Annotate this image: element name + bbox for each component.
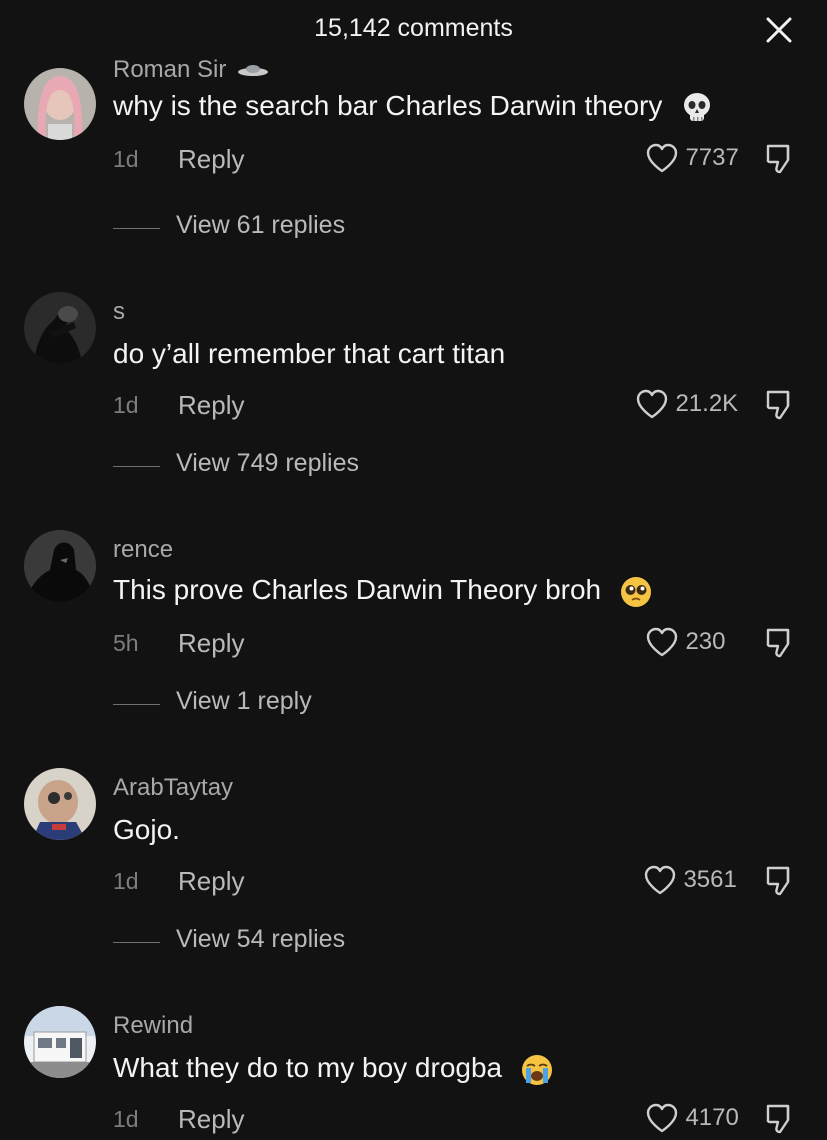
like-button[interactable]: 4170 <box>645 1102 739 1138</box>
comment-actions: 1d Reply 7737 <box>113 142 813 178</box>
avatar[interactable] <box>24 1006 96 1078</box>
username-text: Roman Sir <box>113 56 227 83</box>
view-replies-button[interactable]: View 54 replies <box>113 925 513 959</box>
close-icon[interactable] <box>763 14 795 46</box>
comment-text: This prove Charles Darwin Theory broh <box>113 574 653 609</box>
comment-username[interactable]: Rewind <box>113 1012 193 1040</box>
comment-time: 1d <box>113 1106 139 1132</box>
divider-line <box>113 704 160 705</box>
comment-actions: 5h Reply 230 <box>113 626 813 662</box>
comment-text: why is the search bar Charles Darwin the… <box>113 90 714 125</box>
comment-actions: 1d Reply 21.2K <box>113 388 813 424</box>
heart-icon <box>644 865 676 895</box>
comment-username[interactable]: Roman Sir <box>113 56 269 84</box>
comment-username[interactable]: s <box>113 298 125 326</box>
heart-icon <box>646 627 678 657</box>
comment-text-content: Gojo. <box>113 814 180 845</box>
like-count: 21.2K <box>675 390 739 417</box>
view-replies-label: View 61 replies <box>176 211 346 239</box>
skull-emoji <box>684 92 711 121</box>
like-count: 3561 <box>683 866 737 893</box>
like-count: 230 <box>685 628 726 655</box>
divider-line <box>113 942 160 943</box>
comment-time: 1d <box>113 392 139 418</box>
comment-actions: 1d Reply 4170 <box>113 1102 813 1138</box>
like-button[interactable]: 7737 <box>645 142 739 178</box>
view-replies-button[interactable]: View 1 reply <box>113 687 513 721</box>
dislike-icon[interactable] <box>764 1102 796 1136</box>
avatar[interactable] <box>24 68 96 140</box>
comment-text-content: why is the search bar Charles Darwin the… <box>113 90 663 121</box>
view-replies-button[interactable]: View 749 replies <box>113 449 513 483</box>
avatar[interactable] <box>24 292 96 364</box>
view-replies-label: View 1 reply <box>176 687 312 715</box>
like-count: 7737 <box>685 144 739 171</box>
comment-text: What they do to my boy drogba <box>113 1052 554 1087</box>
ufo-icon <box>238 64 269 76</box>
reply-button[interactable]: Reply <box>178 628 244 659</box>
heart-icon <box>646 143 678 173</box>
reply-button[interactable]: Reply <box>178 390 244 421</box>
comment-count-title: 15,142 comments <box>314 14 513 42</box>
comment-text-content: This prove Charles Darwin Theory broh <box>113 574 602 605</box>
avatar[interactable] <box>24 530 96 602</box>
comment-text-content: do y’all remember that cart titan <box>113 338 506 369</box>
like-count: 4170 <box>685 1104 739 1131</box>
pleading-face-emoji <box>620 576 651 607</box>
avatar[interactable] <box>24 768 96 840</box>
view-replies-label: View 749 replies <box>176 449 359 477</box>
comments-header: 15,142 comments <box>0 0 827 58</box>
comment-time: 1d <box>113 868 139 894</box>
comment-text: do y’all remember that cart titan <box>113 338 505 370</box>
comment-actions: 1d Reply 3561 <box>113 864 813 900</box>
dislike-icon[interactable] <box>764 142 796 176</box>
comment-text: Gojo. <box>113 814 180 846</box>
comment-username[interactable]: rence <box>113 536 173 564</box>
view-replies-label: View 54 replies <box>176 925 346 953</box>
comment-username[interactable]: ArabTaytay <box>113 774 233 802</box>
heart-icon <box>636 389 668 419</box>
like-button[interactable]: 230 <box>645 626 726 662</box>
dislike-icon[interactable] <box>764 626 796 660</box>
reply-button[interactable]: Reply <box>178 144 244 175</box>
dislike-icon[interactable] <box>764 864 796 898</box>
heart-icon <box>646 1103 678 1133</box>
comment-text-content: What they do to my boy drogba <box>113 1052 503 1083</box>
dislike-icon[interactable] <box>764 388 796 422</box>
view-replies-button[interactable]: View 61 replies <box>113 211 513 245</box>
reply-button[interactable]: Reply <box>178 1104 244 1135</box>
crying-face-emoji <box>521 1054 552 1085</box>
like-button[interactable]: 21.2K <box>635 388 738 424</box>
like-button[interactable]: 3561 <box>643 864 737 900</box>
reply-button[interactable]: Reply <box>178 866 244 897</box>
comment-time: 5h <box>113 630 139 656</box>
divider-line <box>113 228 160 229</box>
comment-time: 1d <box>113 146 139 172</box>
divider-line <box>113 466 160 467</box>
